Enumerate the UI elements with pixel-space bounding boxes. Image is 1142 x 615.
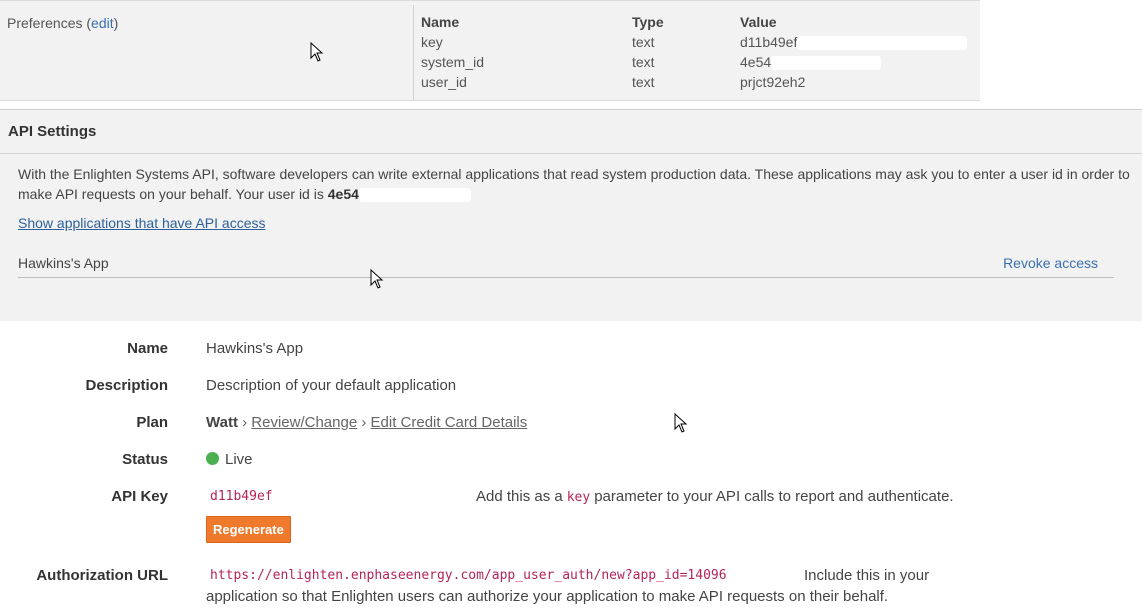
row-value: prjct92eh2	[740, 74, 806, 90]
api-key-help: Add this as a key parameter to your API ca…	[476, 488, 954, 505]
preferences-divider	[413, 5, 414, 100]
header-type: Type	[632, 14, 664, 30]
mouse-cursor-icon	[674, 413, 688, 433]
plan-label: Plan	[136, 414, 168, 431]
breadcrumb-separator: ›	[361, 414, 367, 431]
redaction-mark	[771, 56, 882, 71]
api-settings-divider	[0, 153, 1142, 154]
api-key-value[interactable]: d11b49ef	[210, 489, 273, 504]
plan-name: Watt	[206, 414, 238, 431]
name-value: Hawkins's App	[206, 340, 304, 357]
authorization-url-help-line1: Include this in your	[804, 567, 930, 584]
header-name: Name	[421, 14, 460, 30]
preferences-label: Preferences (edit)	[7, 15, 119, 31]
mouse-cursor-icon	[370, 269, 384, 289]
row-name: system_id	[421, 54, 485, 70]
list-item: Hawkins's App Revoke access	[18, 255, 1114, 278]
row-value: d11b49ef	[740, 34, 968, 51]
authorization-url-help-line2: application so that Enlighten users can …	[206, 588, 889, 605]
row-type: text	[632, 34, 655, 50]
row-name: user_id	[421, 74, 467, 90]
description-label: Description	[85, 377, 168, 394]
preferences-edit-link[interactable]: edit	[91, 15, 114, 31]
status-badge: Live	[206, 451, 253, 468]
api-key-label: API Key	[111, 488, 168, 505]
user-id-value: 4e54	[327, 186, 359, 202]
redaction-mark	[797, 36, 968, 51]
app-name: Hawkins's App	[18, 255, 109, 271]
row-name: key	[421, 34, 443, 50]
status-dot-icon	[206, 452, 219, 465]
breadcrumb-separator: ›	[242, 414, 248, 431]
status-label: Status	[122, 451, 168, 468]
show-applications-link[interactable]: Show applications that have API access	[18, 215, 265, 231]
revoke-access-link[interactable]: Revoke access	[1003, 255, 1098, 271]
row-value: 4e54	[740, 54, 882, 71]
authorization-url-value[interactable]: https://enlighten.enphaseenergy.com/app_…	[210, 568, 727, 583]
row-type: text	[632, 74, 655, 90]
api-settings-title: API Settings	[8, 123, 97, 140]
name-label: Name	[127, 340, 168, 357]
edit-credit-card-link[interactable]: Edit Credit Card Details	[371, 414, 528, 431]
authorization-url-label: Authorization URL	[36, 567, 168, 584]
plan-review-change-link[interactable]: Review/Change	[251, 414, 357, 431]
row-type: text	[632, 54, 655, 70]
regenerate-button[interactable]: Regenerate	[206, 516, 291, 543]
description-value: Description of your default application	[206, 377, 457, 394]
api-settings-description: With the Enlighten Systems API, software…	[18, 166, 1130, 203]
mouse-cursor-icon	[310, 42, 324, 62]
api-settings-panel: API Settings With the Enlighten Systems …	[0, 109, 1142, 321]
header-value: Value	[740, 14, 777, 30]
preferences-panel: Preferences (edit) Name Type Value key t…	[0, 0, 980, 101]
plan-value: Watt › Review/Change › Edit Credit Card …	[206, 414, 527, 431]
redaction-mark	[358, 188, 471, 203]
